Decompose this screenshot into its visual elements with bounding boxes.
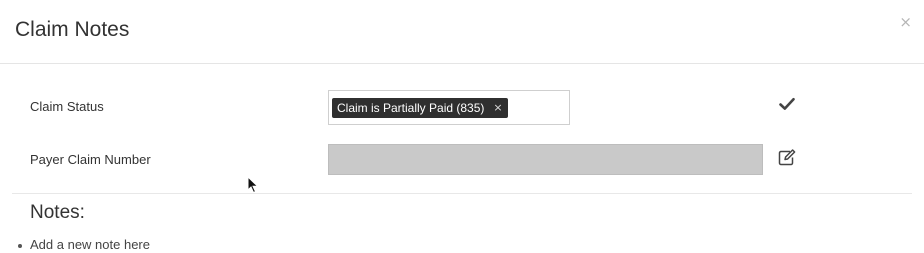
add-note-item[interactable]: Add a new note here: [18, 237, 150, 253]
claim-status-tag-label: Claim is Partially Paid (835): [337, 101, 485, 115]
claim-notes-modal: Claim Notes × Claim Status Claim is Part…: [0, 0, 924, 252]
add-note-text: Add a new note here: [30, 237, 150, 252]
edit-icon[interactable]: [778, 148, 796, 166]
modal-title: Claim Notes: [15, 18, 130, 41]
claim-status-tag: Claim is Partially Paid (835) ×: [332, 98, 508, 118]
section-divider: [12, 193, 912, 194]
tag-remove-icon[interactable]: ×: [493, 98, 502, 118]
close-icon[interactable]: ×: [899, 14, 912, 30]
payer-claim-number-field[interactable]: [328, 144, 763, 175]
check-icon[interactable]: [779, 97, 795, 111]
claim-status-label: Claim Status: [30, 99, 104, 114]
payer-claim-number-label: Payer Claim Number: [30, 152, 151, 167]
claim-status-select[interactable]: Claim is Partially Paid (835) ×: [328, 90, 570, 125]
modal-header: Claim Notes ×: [0, 0, 924, 64]
mouse-pointer-icon: [247, 176, 259, 194]
notes-heading: Notes:: [30, 202, 85, 223]
